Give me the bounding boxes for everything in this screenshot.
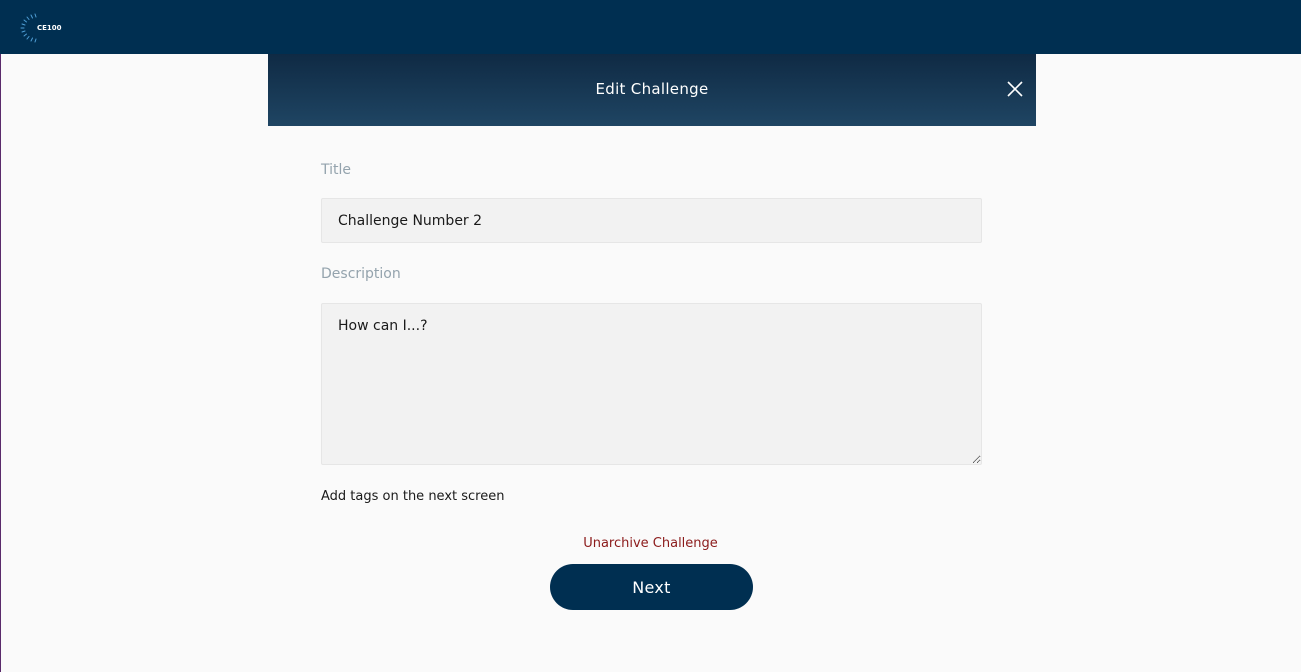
logo-text: CE100 <box>37 24 62 32</box>
modal-header: Edit Challenge <box>268 54 1036 126</box>
description-label: Description <box>321 266 401 282</box>
close-button[interactable] <box>1004 78 1026 100</box>
next-button[interactable]: Next <box>550 564 753 610</box>
window-edge <box>0 0 1 672</box>
modal-title: Edit Challenge <box>595 80 709 98</box>
description-textarea[interactable]: How can I...? <box>321 303 982 465</box>
close-icon <box>1007 81 1023 97</box>
ce100-logo[interactable]: CE100 <box>18 11 64 45</box>
unarchive-challenge-link[interactable]: Unarchive Challenge <box>0 536 1301 551</box>
tags-note: Add tags on the next screen <box>321 489 505 504</box>
title-input[interactable] <box>321 198 982 243</box>
title-label: Title <box>321 162 352 178</box>
logo-sunburst-icon: CE100 <box>20 13 62 43</box>
top-navigation-bar: CE100 <box>0 0 1301 54</box>
